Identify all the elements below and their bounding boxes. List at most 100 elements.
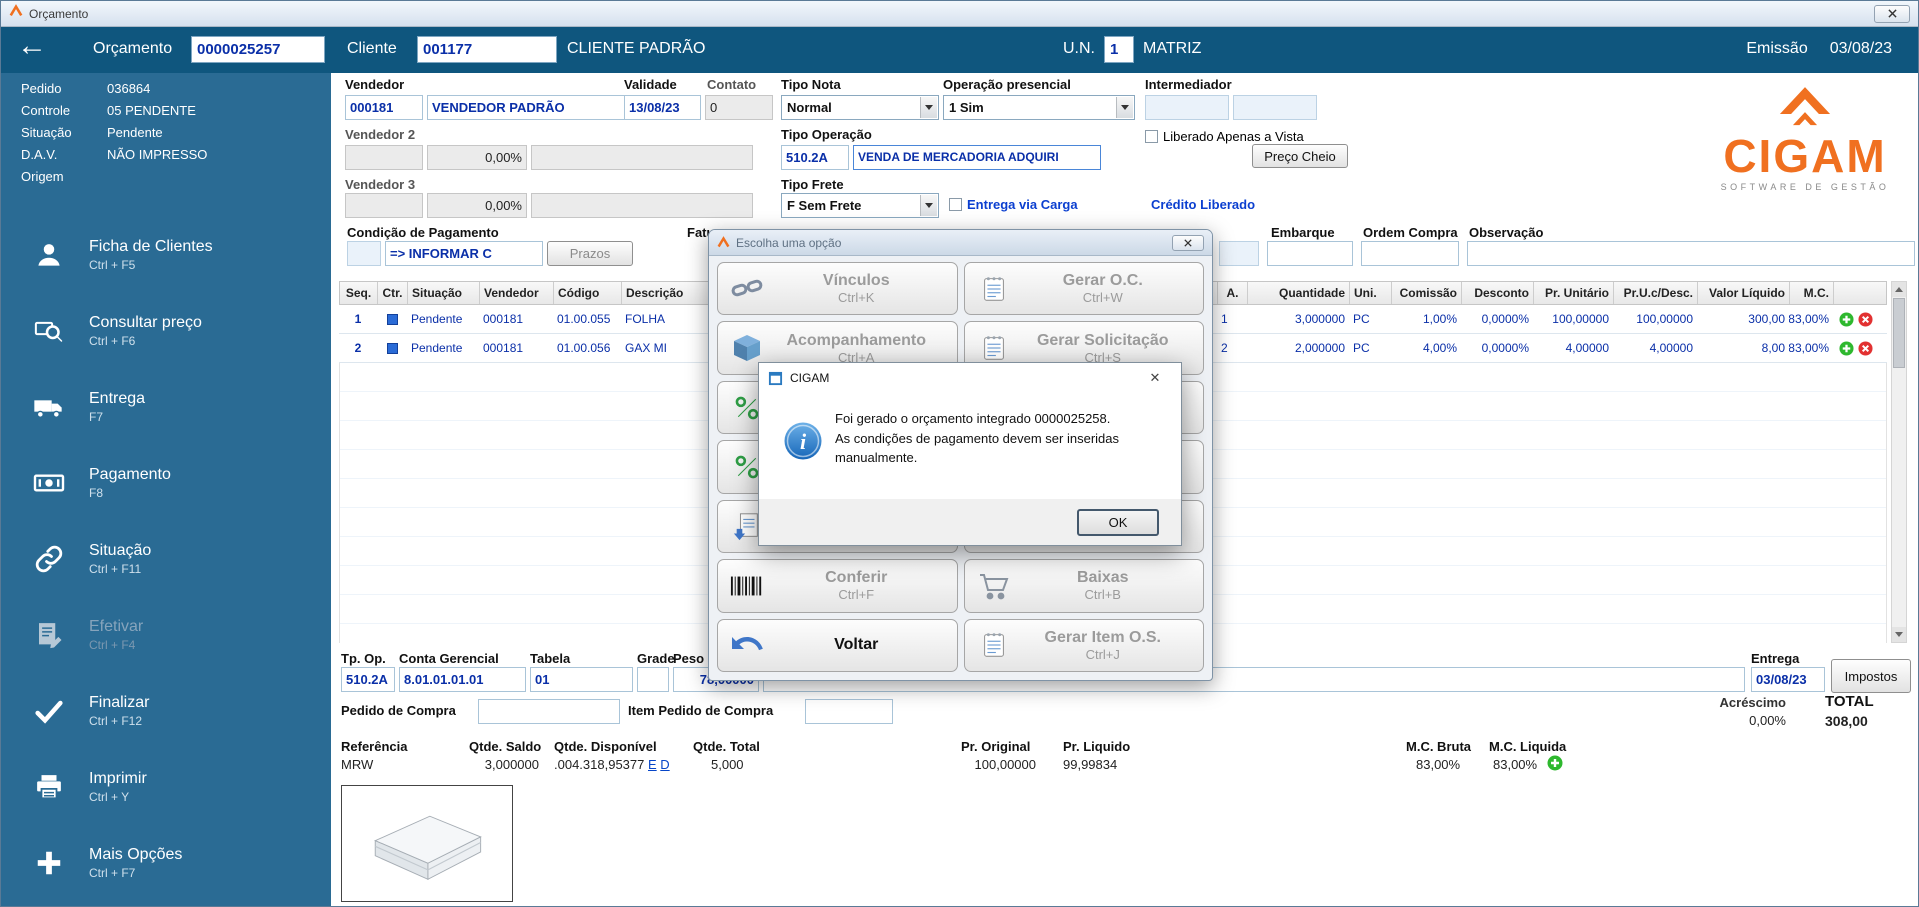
pedido-compra-label: Pedido de Compra <box>341 703 456 718</box>
pr-liquido-value: 99,99834 <box>1063 757 1118 772</box>
controle-label: Controle <box>21 103 71 118</box>
condicao-pagamento-code-field[interactable] <box>347 241 381 266</box>
scrollbar-thumb[interactable] <box>1893 298 1905 368</box>
price-search-icon <box>31 316 67 346</box>
table-scrollbar[interactable] <box>1891 281 1907 643</box>
controle-value: 05 PENDENTE <box>107 103 196 118</box>
pedido-compra-field[interactable] <box>478 699 620 724</box>
pedido-value: 036864 <box>107 81 151 96</box>
col-mc: M.C. <box>1790 282 1834 304</box>
tipo-operacao-code-field[interactable]: 510.2A <box>781 145 849 170</box>
check-icon <box>31 695 67 727</box>
col-valor-liquido: Valor Líquido <box>1698 282 1790 304</box>
liberado-apenas-vista-checkbox[interactable]: Liberado Apenas a Vista <box>1145 129 1304 144</box>
delete-row-icon[interactable] <box>1858 311 1873 327</box>
undo-icon <box>728 629 766 661</box>
cigam-message-dialog: CIGAM ✕ i Foi gerado o orçamento integra… <box>758 362 1182 546</box>
sidebar-item-efetivar[interactable]: Efetivar Ctrl + F4 <box>1 603 331 667</box>
chevron-down-icon <box>920 195 937 216</box>
preco-cheio-button[interactable]: Preço Cheio <box>1252 144 1348 168</box>
add-row-icon[interactable] <box>1839 340 1854 356</box>
entrega-label: Entrega <box>1751 651 1800 666</box>
impostos-button[interactable]: Impostos <box>1831 659 1911 693</box>
scroll-up-icon[interactable] <box>1892 282 1906 297</box>
tipo-operacao-desc-field[interactable]: VENDA DE MERCADORIA ADQUIRI <box>853 145 1101 170</box>
vendedor3-pct-field[interactable]: 0,00% <box>427 193 527 218</box>
dialog-app-icon <box>768 371 783 385</box>
voltar-button[interactable]: Voltar <box>717 618 958 672</box>
referencia-label: Referência <box>341 739 408 754</box>
condicao-pagamento-field[interactable]: => INFORMAR C <box>385 241 543 266</box>
embarque-field[interactable] <box>1267 241 1353 266</box>
grade-field[interactable] <box>637 667 669 692</box>
dav-value: NÃO IMPRESSO <box>107 147 208 162</box>
vendedor2-pct-field[interactable]: 0,00% <box>427 145 527 170</box>
entrega-via-carga-checkbox[interactable]: Entrega via Carga <box>949 197 1078 212</box>
vendedor3-code-field[interactable] <box>345 193 423 218</box>
col-codigo: Código <box>554 282 622 304</box>
window-title: Orçamento <box>29 6 89 21</box>
cliente-code-field[interactable]: 001177 <box>417 36 557 63</box>
sidebar-item-pagamento[interactable]: Pagamento F8 <box>1 451 331 515</box>
mc-liquida-plus-icon[interactable] <box>1547 755 1563 771</box>
plus-icon <box>31 848 67 878</box>
sidebar-item-consultar-preco[interactable]: Consultar preço Ctrl + F6 <box>1 299 331 363</box>
un-field[interactable]: 1 <box>1104 36 1134 63</box>
entrega-field[interactable]: 03/08/23 <box>1751 667 1825 692</box>
tipo-frete-label: Tipo Frete <box>781 177 844 192</box>
svg-text:i: i <box>800 429 807 454</box>
gerar-item-os-button[interactable]: Gerar Item O.S. Ctrl+J <box>963 618 1204 672</box>
scroll-down-icon[interactable] <box>1892 627 1906 642</box>
sidebar-item-entrega[interactable]: Entrega F7 <box>1 375 331 439</box>
tipo-nota-select[interactable]: Normal <box>781 95 939 120</box>
validade-field[interactable]: 13/08/23 <box>624 95 701 120</box>
item-pedido-compra-field[interactable] <box>805 699 893 724</box>
col-comissao: Comissão <box>1392 282 1462 304</box>
modal-close-button[interactable] <box>1172 234 1204 251</box>
conta-gerencial-field[interactable]: 8.01.01.01.01 <box>399 667 526 692</box>
ok-button[interactable]: OK <box>1077 509 1159 536</box>
embarque-code-field[interactable] <box>1219 241 1259 266</box>
contato-field[interactable]: 0 <box>705 95 773 120</box>
col-uni: Uni. <box>1350 282 1392 304</box>
sidebar-item-imprimir[interactable]: Imprimir Ctrl + Y <box>1 755 331 819</box>
sidebar-item-finalizar[interactable]: Finalizar Ctrl + F12 <box>1 679 331 743</box>
vendedor2-code-field[interactable] <box>345 145 423 170</box>
pr-liquido-label: Pr. Liquido <box>1063 739 1131 754</box>
prazos-button[interactable]: Prazos <box>547 241 633 266</box>
gerar-oc-button[interactable]: Gerar O.C. Ctrl+W <box>963 262 1204 316</box>
link-d[interactable]: D <box>660 757 669 772</box>
link-e[interactable]: E <box>648 757 657 772</box>
pedido-label: Pedido <box>21 81 62 96</box>
baixas-button[interactable]: Baixas Ctrl+B <box>963 559 1204 613</box>
intermediador-field-2[interactable] <box>1233 95 1317 120</box>
vendedor-name-field[interactable]: VENDEDOR PADRÃO <box>427 95 629 120</box>
printer-icon <box>31 772 67 802</box>
conferir-button[interactable]: Conferir Ctrl+F <box>717 559 958 613</box>
sidebar-item-ficha-de-clientes[interactable]: Ficha de Clientes Ctrl + F5 <box>1 223 331 287</box>
dialog-close-icon[interactable]: ✕ <box>1138 366 1172 390</box>
vendedor3-name-field[interactable] <box>531 193 753 218</box>
window-titlebar: Orçamento <box>1 1 1918 27</box>
tp-op-field[interactable]: 510.2A <box>341 667 395 692</box>
tabela-field[interactable]: 01 <box>530 667 633 692</box>
delete-row-icon[interactable] <box>1858 340 1873 356</box>
vinculos-button[interactable]: Vínculos Ctrl+K <box>717 262 958 316</box>
ordem-compra-field[interactable] <box>1361 241 1459 266</box>
sidebar-item-mais-opcoes[interactable]: Mais Opções Ctrl + F7 <box>1 831 331 895</box>
add-row-icon[interactable] <box>1839 311 1854 327</box>
orcamento-number-field[interactable]: 0000025257 <box>191 36 325 63</box>
vendedor-code-field[interactable]: 000181 <box>345 95 423 120</box>
observacao-field[interactable] <box>1467 241 1915 266</box>
tipo-frete-select[interactable]: F Sem Frete <box>781 193 939 218</box>
cigam-logo: CIGAM SOFTWARE DE GESTÃO <box>1700 75 1910 192</box>
window-close-button[interactable] <box>1874 4 1910 23</box>
person-icon <box>31 240 67 270</box>
cliente-name: CLIENTE PADRÃO <box>567 40 706 57</box>
vendedor2-name-field[interactable] <box>531 145 753 170</box>
intermediador-field-1[interactable] <box>1145 95 1229 120</box>
back-arrow-icon[interactable]: ← <box>17 29 47 63</box>
sidebar-item-situacao[interactable]: Situação Ctrl + F11 <box>1 527 331 591</box>
operacao-presencial-select[interactable]: 1 Sim <box>943 95 1135 120</box>
chevron-down-icon <box>920 97 937 118</box>
